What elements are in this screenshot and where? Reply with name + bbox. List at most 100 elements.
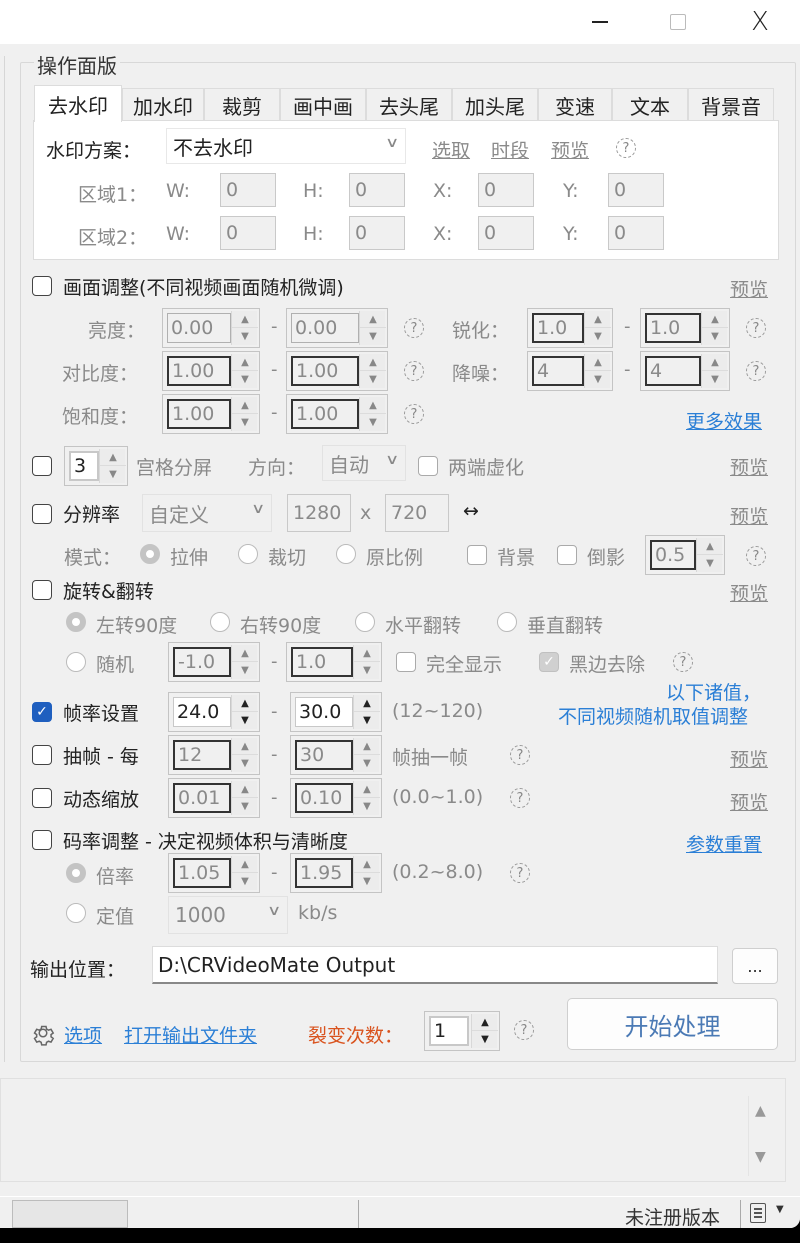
spin-up-icon[interactable]: ▲ bbox=[232, 397, 258, 414]
tab-crop[interactable]: 裁剪 bbox=[204, 88, 280, 121]
output-path-input[interactable]: D:\CRVideoMate Output bbox=[152, 946, 718, 984]
tab-pip[interactable]: 画中画 bbox=[280, 88, 366, 121]
frame-drop-preview-link[interactable]: 预览 bbox=[730, 745, 768, 772]
grid-count-spinner[interactable]: 3 ▲ ▼ bbox=[64, 446, 128, 486]
mode-original-ratio-radio[interactable] bbox=[336, 544, 356, 564]
spin-up-icon[interactable]: ▲ bbox=[360, 397, 386, 414]
spin-up-icon[interactable]: ▲ bbox=[232, 695, 258, 712]
help-icon[interactable]: ? bbox=[616, 138, 636, 158]
spin-down-icon[interactable]: ▼ bbox=[354, 662, 380, 679]
framerate-max-spinner[interactable]: 30.0 ▲ ▼ bbox=[290, 692, 382, 732]
tab-remove-watermark[interactable]: 去水印 bbox=[34, 85, 122, 122]
spin-up-icon[interactable]: ▲ bbox=[585, 311, 611, 328]
spin-down-icon[interactable]: ▼ bbox=[360, 414, 386, 431]
fission-count-value[interactable]: 1 bbox=[429, 1016, 469, 1046]
help-icon[interactable]: ? bbox=[510, 745, 530, 765]
spin-down-icon[interactable]: ▼ bbox=[100, 466, 126, 483]
rotate-random-radio[interactable] bbox=[66, 652, 86, 672]
help-icon[interactable]: ? bbox=[746, 546, 766, 566]
scroll-down-icon[interactable]: ▼ bbox=[755, 1149, 766, 1165]
spin-down-icon[interactable]: ▼ bbox=[232, 414, 258, 431]
frame-drop-max-spinner[interactable]: 30 ▲ ▼ bbox=[290, 735, 382, 775]
spin-down-icon[interactable]: ▼ bbox=[585, 328, 611, 345]
spin-up-icon[interactable]: ▲ bbox=[472, 1014, 498, 1031]
bitrate-fixed-select[interactable]: 1000 ∨ bbox=[168, 896, 288, 934]
spin-down-icon[interactable]: ▼ bbox=[360, 371, 386, 388]
log-list-icon[interactable] bbox=[750, 1203, 766, 1223]
resolution-preset-select[interactable]: 自定义 ∨ bbox=[142, 494, 272, 532]
spin-down-icon[interactable]: ▼ bbox=[232, 371, 258, 388]
swap-icon[interactable]: ↔ bbox=[463, 500, 479, 522]
spin-down-icon[interactable]: ▼ bbox=[702, 371, 728, 388]
frame-drop-checkbox[interactable] bbox=[32, 745, 52, 765]
framerate-min-value[interactable]: 24.0 bbox=[173, 697, 231, 727]
spin-up-icon[interactable]: ▲ bbox=[702, 311, 728, 328]
help-icon[interactable]: ? bbox=[746, 318, 766, 338]
gear-icon[interactable] bbox=[30, 1020, 56, 1046]
spin-up-icon[interactable]: ▲ bbox=[585, 354, 611, 371]
saturation-min-spinner[interactable]: 1.00 ▲ ▼ bbox=[162, 394, 260, 434]
spin-down-icon[interactable]: ▼ bbox=[232, 755, 258, 772]
tab-add-watermark[interactable]: 加水印 bbox=[122, 88, 204, 121]
spin-down-icon[interactable]: ▼ bbox=[354, 712, 380, 729]
reflection-checkbox[interactable] bbox=[557, 545, 577, 565]
help-icon[interactable]: ? bbox=[510, 863, 530, 883]
spin-up-icon[interactable]: ▲ bbox=[354, 781, 380, 798]
help-icon[interactable]: ? bbox=[510, 788, 530, 808]
spin-down-icon[interactable]: ▼ bbox=[232, 798, 258, 815]
direction-select[interactable]: 自动 ∨ bbox=[322, 445, 406, 481]
spin-up-icon[interactable]: ▲ bbox=[360, 354, 386, 371]
help-icon[interactable]: ? bbox=[746, 361, 766, 381]
dynamic-zoom-min-spinner[interactable]: 0.01 ▲ ▼ bbox=[168, 778, 260, 818]
rotate-random-max-spinner[interactable]: 1.0 ▲ ▼ bbox=[286, 642, 382, 682]
region1-x-input[interactable]: 0 bbox=[478, 173, 534, 207]
tab-trim[interactable]: 去头尾 bbox=[366, 88, 452, 121]
spin-up-icon[interactable]: ▲ bbox=[232, 738, 258, 755]
brightness-max-spinner[interactable]: 0.00 ▲ ▼ bbox=[286, 308, 388, 348]
tab-bgm[interactable]: 背景音 bbox=[688, 88, 774, 121]
bitrate-ratio-max-spinner[interactable]: 1.95 ▲ ▼ bbox=[290, 853, 382, 893]
scroll-up-icon[interactable]: ▲ bbox=[755, 1103, 766, 1119]
picture-adjust-checkbox[interactable] bbox=[32, 276, 52, 296]
dynamic-zoom-preview-link[interactable]: 预览 bbox=[730, 788, 768, 815]
log-scrollbar[interactable] bbox=[748, 1096, 749, 1176]
region2-w-input[interactable]: 0 bbox=[220, 216, 276, 250]
minimize-button[interactable] bbox=[570, 0, 630, 44]
spin-down-icon[interactable]: ▼ bbox=[360, 328, 386, 345]
reset-params-link[interactable]: 参数重置 bbox=[686, 830, 762, 857]
rotate-right-radio[interactable] bbox=[210, 612, 230, 632]
help-icon[interactable]: ? bbox=[673, 652, 693, 672]
resolution-checkbox[interactable] bbox=[32, 504, 52, 524]
spin-up-icon[interactable]: ▲ bbox=[354, 856, 380, 873]
contrast-max-spinner[interactable]: 1.00 ▲ ▼ bbox=[286, 351, 388, 391]
region2-h-input[interactable]: 0 bbox=[349, 216, 405, 250]
dynamic-zoom-checkbox[interactable] bbox=[32, 788, 52, 808]
brightness-max-value[interactable]: 0.00 bbox=[291, 313, 359, 343]
spin-up-icon[interactable]: ▲ bbox=[702, 354, 728, 371]
brightness-min-value[interactable]: 0.00 bbox=[167, 313, 231, 343]
open-output-folder-link[interactable]: 打开输出文件夹 bbox=[124, 1021, 257, 1048]
help-icon[interactable]: ? bbox=[514, 1020, 534, 1040]
bitrate-ratio-min-spinner[interactable]: 1.05 ▲ ▼ bbox=[168, 853, 260, 893]
picture-adjust-preview-link[interactable]: 预览 bbox=[730, 275, 768, 302]
frame-drop-min-spinner[interactable]: 12 ▲ ▼ bbox=[168, 735, 260, 775]
help-icon[interactable]: ? bbox=[404, 361, 424, 381]
spin-up-icon[interactable]: ▲ bbox=[354, 645, 380, 662]
grid-split-checkbox[interactable] bbox=[32, 456, 52, 476]
region2-x-input[interactable]: 0 bbox=[478, 216, 534, 250]
bitrate-fixed-radio[interactable] bbox=[66, 903, 86, 923]
dynamic-zoom-max-spinner[interactable]: 0.10 ▲ ▼ bbox=[290, 778, 382, 818]
frame-drop-max-value[interactable]: 30 bbox=[295, 740, 353, 770]
spin-up-icon[interactable]: ▲ bbox=[354, 738, 380, 755]
help-icon[interactable]: ? bbox=[404, 404, 424, 424]
rotate-random-max-value[interactable]: 1.0 bbox=[291, 647, 353, 677]
spin-up-icon[interactable]: ▲ bbox=[232, 781, 258, 798]
mode-stretch-radio[interactable] bbox=[140, 544, 160, 564]
resolution-width-input[interactable]: 1280 bbox=[287, 494, 351, 532]
resolution-preview-link[interactable]: 预览 bbox=[730, 502, 768, 529]
spin-down-icon[interactable]: ▼ bbox=[232, 328, 258, 345]
spin-down-icon[interactable]: ▼ bbox=[354, 873, 380, 890]
sharpen-max-value[interactable]: 1.0 bbox=[645, 313, 701, 343]
bitrate-ratio-min-value[interactable]: 1.05 bbox=[173, 858, 231, 888]
saturation-min-value[interactable]: 1.00 bbox=[167, 399, 231, 429]
